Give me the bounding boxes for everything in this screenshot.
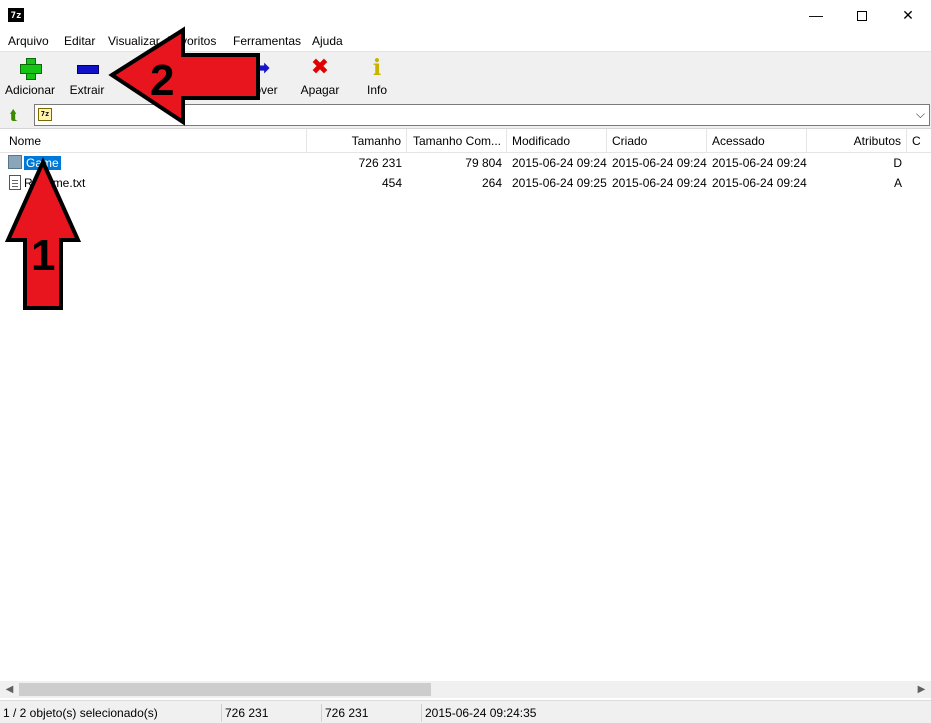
scroll-thumb[interactable]: [19, 683, 431, 696]
path-input[interactable]: 7z ⌵: [34, 104, 930, 126]
extract-button[interactable]: Extrair: [64, 52, 110, 102]
toolbar: Adicionar Extrair ➡ Mover ✖ Apagar i Inf…: [0, 51, 931, 102]
plus-icon: [19, 57, 42, 80]
item-modified: 2015-06-24 09:24: [512, 156, 607, 170]
item-name: Game: [23, 155, 62, 171]
title-bar: 7z — ✕: [0, 0, 931, 31]
add-label: Adicionar: [4, 83, 56, 97]
scroll-left-icon[interactable]: ◀: [1, 681, 18, 698]
item-name: Readme.txt: [24, 176, 86, 190]
close-button[interactable]: ✕: [885, 0, 931, 31]
menu-bar: Arquivo Editar Visualizar Favoritos Ferr…: [0, 31, 931, 51]
delete-button[interactable]: ✖ Apagar: [298, 52, 342, 102]
list-item[interactable]: Game 726 231 79 804 2015-06-24 09:24 201…: [0, 153, 931, 173]
status-selection: 1 / 2 objeto(s) selecionado(s): [0, 704, 222, 722]
info-label: Info: [366, 83, 387, 97]
menu-ajuda[interactable]: Ajuda: [312, 34, 343, 48]
status-bar: 1 / 2 objeto(s) selecionado(s) 726 231 7…: [0, 700, 931, 723]
item-packed-size: 79 804: [465, 156, 502, 170]
status-date: 2015-06-24 09:24:35: [425, 706, 537, 720]
menu-arquivo[interactable]: Arquivo: [8, 34, 49, 48]
address-bar: ⮬ 7z ⌵: [0, 102, 931, 128]
minus-icon: [76, 57, 99, 79]
horizontal-scrollbar[interactable]: ◀ ▶: [0, 681, 931, 698]
delete-label: Apagar: [300, 83, 340, 97]
column-attributes[interactable]: Atributos: [807, 129, 907, 153]
extract-label: Extrair: [69, 83, 105, 97]
maximize-button[interactable]: [839, 0, 885, 31]
item-accessed: 2015-06-24 09:24: [712, 176, 807, 190]
menu-favoritos[interactable]: Favoritos: [167, 34, 216, 48]
archive-icon: 7z: [38, 108, 52, 121]
column-extra[interactable]: C: [907, 129, 931, 153]
column-packed-size[interactable]: Tamanho Com...: [407, 129, 507, 153]
close-icon: ✕: [902, 7, 914, 23]
status-total: 726 231: [322, 704, 422, 722]
chevron-down-icon[interactable]: ⌵: [916, 107, 925, 122]
menu-editar[interactable]: Editar: [64, 34, 95, 48]
file-list: Nome Tamanho Tamanho Com... Modificado C…: [0, 128, 931, 681]
column-modified[interactable]: Modificado: [507, 129, 607, 153]
column-accessed[interactable]: Acessado: [707, 129, 807, 153]
move-button[interactable]: ➡ Mover: [240, 52, 282, 102]
list-item[interactable]: Readme.txt 454 264 2015-06-24 09:25 2015…: [0, 173, 931, 193]
column-created[interactable]: Criado: [607, 129, 707, 153]
column-name[interactable]: Nome: [0, 129, 307, 153]
column-size[interactable]: Tamanho: [307, 129, 407, 153]
move-label: Mover: [244, 83, 278, 97]
item-size: 454: [381, 176, 402, 190]
item-created: 2015-06-24 09:24: [612, 176, 707, 190]
item-accessed: 2015-06-24 09:24: [712, 156, 807, 170]
info-button[interactable]: i Info: [362, 52, 392, 102]
item-modified: 2015-06-24 09:25: [512, 176, 607, 190]
folder-up-icon: ⮬: [9, 107, 19, 123]
item-attributes: D: [893, 156, 902, 170]
app-icon: 7z: [8, 8, 24, 22]
folder-icon: [8, 155, 22, 169]
item-packed-size: 264: [481, 176, 502, 190]
item-attributes: A: [893, 176, 902, 190]
minimize-icon: —: [809, 7, 823, 23]
item-size: 726 231: [358, 156, 402, 170]
add-button[interactable]: Adicionar: [2, 52, 58, 102]
menu-visualizar[interactable]: Visualizar: [108, 34, 160, 48]
scroll-right-icon[interactable]: ▶: [913, 681, 930, 698]
item-created: 2015-06-24 09:24: [612, 156, 707, 170]
info-icon: i: [372, 55, 382, 81]
arrow-right-icon: ➡: [251, 55, 271, 80]
menu-ferramentas[interactable]: Ferramentas: [233, 34, 301, 48]
delete-x-icon: ✖: [310, 55, 330, 80]
text-file-icon: [9, 175, 21, 190]
minimize-button[interactable]: —: [793, 0, 839, 31]
status-size: 726 231: [222, 704, 322, 722]
list-header: Nome Tamanho Tamanho Com... Modificado C…: [0, 129, 931, 153]
maximize-icon: [857, 11, 867, 22]
up-folder-button[interactable]: ⮬: [3, 105, 25, 125]
